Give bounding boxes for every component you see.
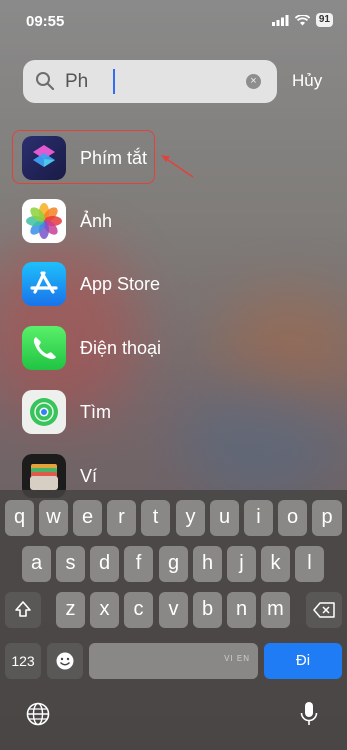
result-label: Tìm bbox=[80, 402, 111, 422]
key-h[interactable]: h bbox=[193, 546, 222, 582]
status-time: 09:55 bbox=[26, 13, 65, 30]
wifi-icon bbox=[294, 14, 310, 25]
key-g[interactable]: g bbox=[159, 546, 188, 582]
key-s[interactable]: s bbox=[56, 546, 85, 582]
battery-indicator: 91 bbox=[315, 13, 333, 27]
keyboard-language-label: VI EN bbox=[224, 654, 250, 663]
key-j[interactable]: j bbox=[227, 546, 256, 582]
key-z[interactable]: z bbox=[56, 592, 85, 628]
key-l[interactable]: l bbox=[295, 546, 324, 582]
search-result-phone[interactable]: Điện thoại bbox=[22, 326, 322, 372]
key-c[interactable]: c bbox=[124, 592, 153, 628]
emoji-icon bbox=[56, 652, 74, 670]
key-b[interactable]: b bbox=[193, 592, 222, 628]
text-cursor bbox=[113, 69, 115, 94]
keyboard: q w e r t y u i o p a s d f g h j k l z … bbox=[0, 490, 347, 750]
cellular-signal-icon bbox=[271, 14, 289, 26]
numbers-key[interactable]: 123 bbox=[5, 643, 41, 679]
search-result-shortcuts[interactable]: Phím tắt bbox=[22, 136, 322, 182]
app-store-icon bbox=[22, 262, 66, 306]
key-u[interactable]: u bbox=[210, 500, 239, 536]
key-f[interactable]: f bbox=[124, 546, 153, 582]
key-n[interactable]: n bbox=[227, 592, 256, 628]
key-r[interactable]: r bbox=[107, 500, 136, 536]
search-result-photos[interactable]: Ảnh bbox=[22, 199, 322, 245]
search-icon bbox=[36, 72, 55, 91]
search-result-find-my[interactable]: Tìm bbox=[22, 390, 322, 436]
key-q[interactable]: q bbox=[5, 500, 34, 536]
result-label: Ảnh bbox=[80, 211, 113, 231]
key-t[interactable]: t bbox=[141, 500, 170, 536]
delete-key[interactable] bbox=[306, 592, 342, 628]
key-e[interactable]: e bbox=[73, 500, 102, 536]
shift-key[interactable] bbox=[5, 592, 41, 628]
key-o[interactable]: o bbox=[278, 500, 307, 536]
space-bar[interactable]: VI EN bbox=[89, 643, 258, 679]
key-a[interactable]: a bbox=[22, 546, 51, 582]
key-w[interactable]: w bbox=[39, 500, 68, 536]
shortcuts-icon bbox=[22, 136, 66, 180]
status-bar: 09:55 91 bbox=[0, 0, 347, 44]
key-k[interactable]: k bbox=[261, 546, 290, 582]
search-input-text[interactable]: Ph bbox=[65, 71, 88, 93]
status-icons: 91 bbox=[271, 13, 333, 27]
key-m[interactable]: m bbox=[261, 592, 290, 628]
key-v[interactable]: v bbox=[159, 592, 188, 628]
backspace-icon bbox=[313, 602, 335, 618]
result-label: App Store bbox=[80, 274, 161, 294]
key-d[interactable]: d bbox=[90, 546, 119, 582]
search-result-app-store[interactable]: App Store bbox=[22, 262, 322, 308]
clear-search-icon[interactable]: × bbox=[246, 74, 261, 89]
result-label: Ví bbox=[80, 466, 98, 486]
result-label: Điện thoại bbox=[80, 338, 162, 358]
phone-icon bbox=[22, 326, 66, 370]
search-field[interactable]: Ph × bbox=[23, 60, 277, 103]
go-key[interactable]: Đi bbox=[264, 643, 342, 679]
globe-icon[interactable] bbox=[26, 702, 50, 726]
cancel-button[interactable]: Hủy bbox=[292, 71, 322, 91]
microphone-icon[interactable] bbox=[298, 700, 320, 728]
key-p[interactable]: p bbox=[312, 500, 342, 536]
key-x[interactable]: x bbox=[90, 592, 119, 628]
key-i[interactable]: i bbox=[244, 500, 273, 536]
photos-icon bbox=[22, 199, 66, 243]
key-y[interactable]: y bbox=[176, 500, 205, 536]
result-label: Phím tắt bbox=[80, 148, 148, 168]
shift-icon bbox=[15, 601, 31, 617]
emoji-key[interactable] bbox=[47, 643, 83, 679]
find-my-icon bbox=[22, 390, 66, 434]
